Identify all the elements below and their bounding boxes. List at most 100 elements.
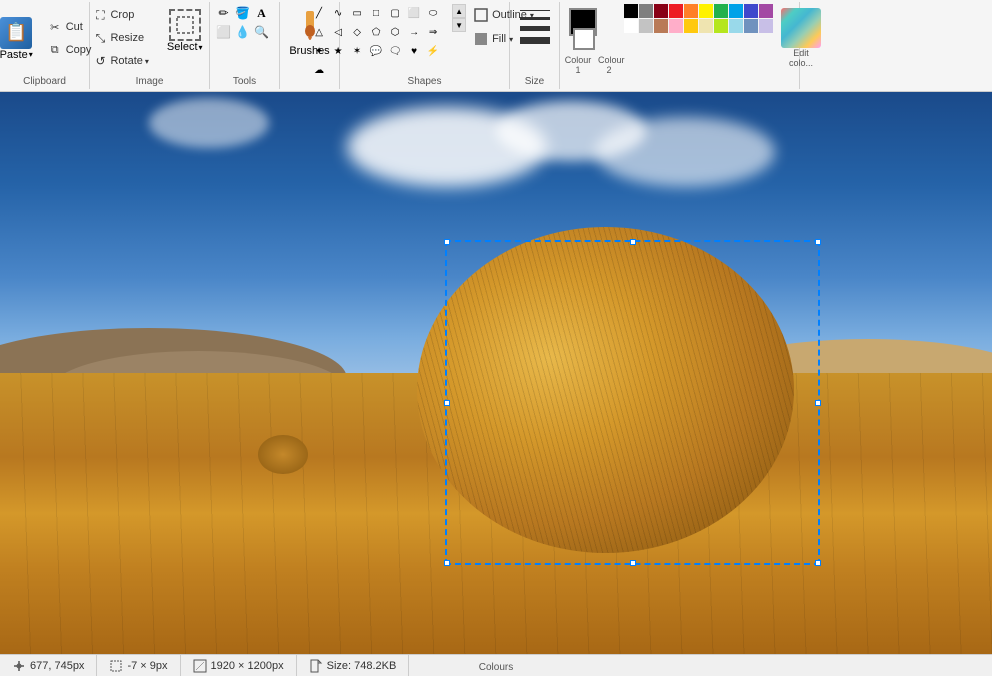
image-group-label: Image [90,76,209,87]
diamond-shape[interactable]: ◇ [348,23,366,41]
hexagon-shape[interactable]: ⬡ [386,23,404,41]
text-icon[interactable]: A [253,4,271,22]
ribbon: 📋 Paste ▾ ✂ Cut ⧉ Copy Clipboard [0,0,992,92]
colour-cell[interactable] [624,4,638,18]
crop-button[interactable]: ⛶ Crop [87,4,153,26]
fill-icon [473,31,489,47]
canvas-image [0,92,992,654]
rect-shape[interactable]: ▭ [348,4,366,22]
colour-cell[interactable] [744,4,758,18]
star5-shape[interactable]: ★ [329,42,347,60]
outline-icon [473,7,489,23]
shapes-nav: ▲ ▼ [452,4,466,46]
small-hay-bale [258,435,308,474]
colour-cell[interactable] [684,19,698,33]
cloud-3 [595,117,775,187]
colour-cell[interactable] [759,19,773,33]
size-group: Size [510,2,560,89]
shapes-next[interactable]: ▼ [452,18,466,32]
cloud-shape[interactable]: ☁ [310,61,328,79]
resize-button[interactable]: ⤡ Resize [87,27,153,49]
canvas-area[interactable] [0,92,992,654]
edit-colours-button[interactable]: Editcolo... [777,4,825,72]
colour-cell[interactable] [744,19,758,33]
shapes-group: ╱ ∿ ▭ □ ▢ ⬜ ⬭ △ ◁ ◇ ⬠ ⬡ → ⇒ ✦ ★ ✶ 💬 � [340,2,510,89]
tools-group: ✏ 🪣 A ⬜ 💧 🔍 Tools [210,2,280,89]
colour-cell[interactable] [639,19,653,33]
colour-cell[interactable] [699,4,713,18]
tools-icons: ✏ 🪣 A ⬜ 💧 🔍 [215,4,275,41]
colour-palette [624,4,773,33]
rect2-shape[interactable]: □ [367,4,385,22]
clipboard-group-label: Clipboard [0,76,89,87]
picker-icon[interactable]: 💧 [234,23,252,41]
star4-shape[interactable]: ✦ [310,42,328,60]
colour-1-label: Colour1 [564,55,592,75]
colour-cell[interactable] [759,4,773,18]
colour-cell[interactable] [684,4,698,18]
select-icon [169,9,201,41]
star6-shape[interactable]: ✶ [348,42,366,60]
shapes-prev[interactable]: ▲ [452,4,466,18]
paste-button[interactable]: 📋 Paste ▾ [0,12,40,66]
size-group-label: Size [510,76,559,87]
colour-cell[interactable] [669,19,683,33]
copy-icon: ⧉ [47,42,63,58]
pencil-icon[interactable]: ✏ [215,4,233,22]
main-hay-bale [417,227,794,553]
edit-colours-label: Editcolo... [781,48,821,68]
colour-cell[interactable] [639,4,653,18]
size-line-3[interactable] [520,26,550,31]
bale-body [417,227,794,553]
rtriangle-shape[interactable]: ◁ [329,23,347,41]
zoom-icon[interactable]: 🔍 [253,23,271,41]
crop-icon: ⛶ [92,7,108,23]
rotate-icon: ↺ [92,53,108,69]
roundrect-shape[interactable]: ▢ [386,4,404,22]
arrow2-shape[interactable]: ⇒ [424,23,442,41]
pentagon-shape[interactable]: ⬠ [367,23,385,41]
triangle-shape[interactable]: △ [310,23,328,41]
colour-cell[interactable] [624,19,638,33]
bale-texture [417,227,794,553]
clipboard-group: 📋 Paste ▾ ✂ Cut ⧉ Copy Clipboard [0,2,90,89]
arrow-shape[interactable]: → [405,23,423,41]
image-group: ⛶ Crop ⤡ Resize ↺ Rotate ▾ Select [90,2,210,89]
size-line-1[interactable] [520,10,550,11]
eraser-icon[interactable]: ⬜ [215,23,233,41]
colour-2-label: Colour2 [598,55,620,75]
colour-cell[interactable] [714,19,728,33]
colour-row-1 [624,4,773,18]
rotate-button[interactable]: ↺ Rotate ▾ [87,50,153,72]
roundrect2-shape[interactable]: ⬜ [405,4,423,22]
size-lines [520,10,550,58]
size-line-2[interactable] [520,17,550,20]
cut-icon: ✂ [47,19,63,35]
lightning-shape[interactable]: ⚡ [424,42,442,60]
resize-icon: ⤡ [92,30,108,46]
colour-2-swatch[interactable] [573,28,595,50]
roundcallout-shape[interactable]: 🗨 [386,42,404,60]
paste-icon: 📋 [0,17,32,49]
fill-tool-icon[interactable]: 🪣 [234,4,252,22]
colour-cell[interactable] [729,19,743,33]
colour-cell[interactable] [654,19,668,33]
heart-shape[interactable]: ♥ [405,42,423,60]
ellipse-shape[interactable]: ⬭ [424,4,442,22]
colour-cell[interactable] [654,4,668,18]
colour-cell[interactable] [714,4,728,18]
shapes-group-label: Shapes [340,76,509,87]
select-button[interactable]: Select ▾ [158,4,212,58]
line-shape[interactable]: ╱ [310,4,328,22]
colour-cell[interactable] [699,19,713,33]
edit-colours-icon [781,8,821,48]
size-line-4[interactable] [520,37,550,44]
callout-shape[interactable]: 💬 [367,42,385,60]
colour-cell[interactable] [729,4,743,18]
colours-group: Colour1 Colour2 Editcolo... Colours [560,2,800,89]
colour-cell[interactable] [669,4,683,18]
curve-shape[interactable]: ∿ [329,4,347,22]
paste-label: Paste [0,49,28,61]
paste-arrow: ▾ [29,50,33,59]
cloud-4 [149,98,269,148]
